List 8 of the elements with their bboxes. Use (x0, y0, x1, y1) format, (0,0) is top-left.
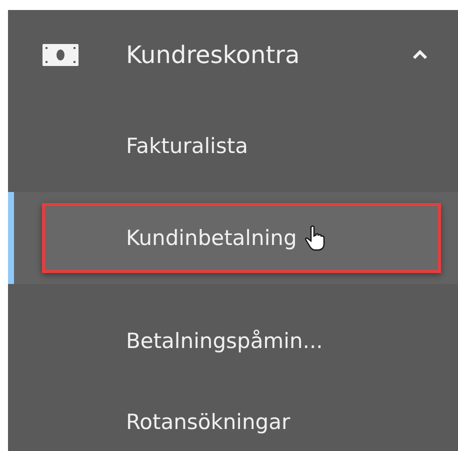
menu-item[interactable]: Betalningspåmin... (8, 306, 458, 376)
banknote-icon (42, 44, 79, 66)
menu-title[interactable]: Kundreskontra (126, 41, 412, 69)
hand-cursor-icon (304, 225, 325, 251)
menu-item[interactable]: Fakturalista (8, 100, 458, 192)
caret-icon[interactable] (412, 50, 428, 60)
menu-item[interactable]: Rotansökningar (8, 376, 458, 451)
menu-item[interactable]: Kundinbetalning (8, 192, 458, 284)
